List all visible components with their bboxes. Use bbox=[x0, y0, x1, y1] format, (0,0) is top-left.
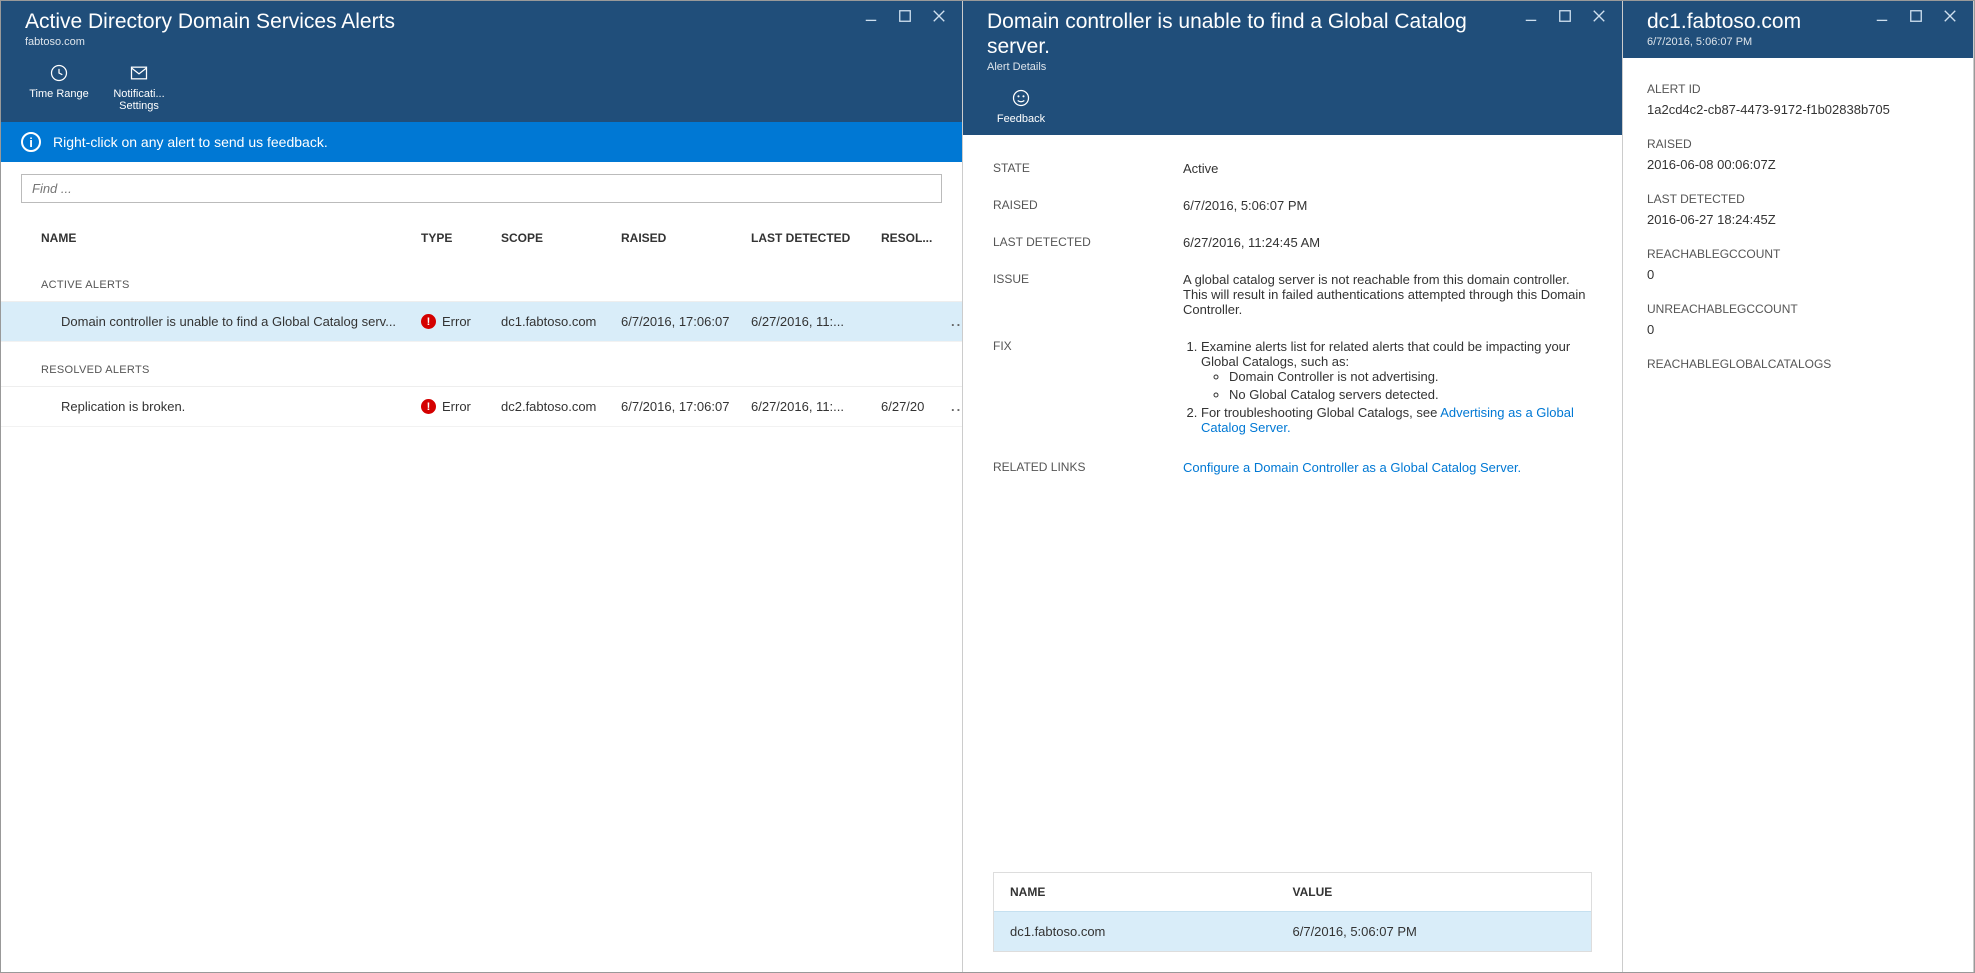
time-range-label: Time Range bbox=[29, 88, 89, 100]
alert-last-detected: 6/27/2016, 11:... bbox=[751, 314, 881, 329]
prop-key: REACHABLEGCCOUNT bbox=[1647, 247, 1949, 261]
scope-name: dc1.fabtoso.com bbox=[1010, 924, 1293, 939]
blade-title: Active Directory Domain Services Alerts bbox=[25, 9, 395, 34]
alert-scope: dc2.fabtoso.com bbox=[501, 399, 621, 414]
col-resolved[interactable]: RESOL... bbox=[881, 231, 951, 245]
minimize-icon[interactable] bbox=[862, 7, 880, 25]
close-icon[interactable] bbox=[1941, 7, 1959, 25]
grid-header: NAME TYPE SCOPE RAISED LAST DETECTED RES… bbox=[1, 211, 962, 257]
prop-key: ALERT ID bbox=[1647, 82, 1949, 96]
state-value: Active bbox=[1183, 161, 1592, 176]
error-icon: ! bbox=[421, 314, 436, 329]
blade-title: dc1.fabtoso.com bbox=[1647, 9, 1801, 34]
maximize-icon[interactable] bbox=[1907, 7, 1925, 25]
alert-type-cell: ! Error bbox=[421, 399, 501, 414]
prop-value: 0 bbox=[1647, 322, 1949, 337]
scope-value: 6/7/2016, 5:06:07 PM bbox=[1293, 924, 1576, 939]
last-detected-value: 6/27/2016, 11:24:45 AM bbox=[1183, 235, 1592, 250]
alert-raised: 6/7/2016, 17:06:07 bbox=[621, 399, 751, 414]
prop-value: 1a2cd4c2-cb87-4473-9172-f1b02838b705 bbox=[1647, 102, 1949, 117]
state-key: STATE bbox=[993, 161, 1183, 175]
maximize-icon[interactable] bbox=[1556, 7, 1574, 25]
close-icon[interactable] bbox=[930, 7, 948, 25]
feedback-button[interactable]: Feedback bbox=[991, 87, 1051, 125]
col-type[interactable]: TYPE bbox=[421, 231, 501, 245]
alerts-blade: Active Directory Domain Services Alerts … bbox=[1, 1, 963, 972]
alert-raised: 6/7/2016, 17:06:07 bbox=[621, 314, 751, 329]
fix-step1: Examine alerts list for related alerts t… bbox=[1201, 339, 1570, 369]
prop-value: 2016-06-08 00:06:07Z bbox=[1647, 157, 1949, 172]
info-bar-text: Right-click on any alert to send us feed… bbox=[53, 134, 328, 150]
prop-value: 0 bbox=[1647, 267, 1949, 282]
notification-settings-button[interactable]: Notificati... Settings bbox=[109, 62, 169, 112]
alert-last-detected: 6/27/2016, 11:... bbox=[751, 399, 881, 414]
maximize-icon[interactable] bbox=[896, 7, 914, 25]
resolved-alerts-section: RESOLVED ALERTS bbox=[1, 342, 962, 387]
alert-name: Domain controller is unable to find a Gl… bbox=[41, 314, 421, 329]
raised-value: 6/7/2016, 5:06:07 PM bbox=[1183, 198, 1592, 213]
col-scope[interactable]: SCOPE bbox=[501, 231, 621, 245]
minimize-icon[interactable] bbox=[1522, 7, 1540, 25]
close-icon[interactable] bbox=[1590, 7, 1608, 25]
fix-key: FIX bbox=[993, 339, 1183, 353]
subtable-col-name[interactable]: NAME bbox=[1010, 885, 1293, 899]
info-icon: i bbox=[21, 132, 41, 152]
alert-scope: dc1.fabtoso.com bbox=[501, 314, 621, 329]
col-last-detected[interactable]: LAST DETECTED bbox=[751, 231, 881, 245]
mail-icon bbox=[128, 62, 150, 84]
info-bar: i Right-click on any alert to send us fe… bbox=[1, 122, 962, 162]
error-icon: ! bbox=[421, 399, 436, 414]
blade-subtitle: Alert Details bbox=[987, 61, 1522, 73]
feedback-label: Feedback bbox=[997, 113, 1045, 125]
fix-value: Examine alerts list for related alerts t… bbox=[1183, 339, 1592, 438]
search-input[interactable] bbox=[21, 174, 942, 203]
time-range-button[interactable]: Time Range bbox=[29, 62, 89, 112]
fix-bullet: Domain Controller is not advertising. bbox=[1229, 369, 1592, 384]
notification-settings-label: Notificati... Settings bbox=[109, 88, 169, 112]
related-link[interactable]: Configure a Domain Controller as a Globa… bbox=[1183, 460, 1521, 475]
blade-title: Domain controller is unable to find a Gl… bbox=[987, 9, 1522, 59]
related-links-key: RELATED LINKS bbox=[993, 460, 1183, 474]
alert-details-blade: Domain controller is unable to find a Gl… bbox=[963, 1, 1623, 972]
smiley-icon bbox=[1010, 87, 1032, 109]
alert-name: Replication is broken. bbox=[41, 399, 421, 414]
issue-value: A global catalog server is not reachable… bbox=[1183, 272, 1592, 317]
alert-row[interactable]: Domain controller is unable to find a Gl… bbox=[1, 302, 962, 342]
alert-type-cell: ! Error bbox=[421, 314, 501, 329]
prop-key: RAISED bbox=[1647, 137, 1949, 151]
raised-key: RAISED bbox=[993, 198, 1183, 212]
scope-details-blade: dc1.fabtoso.com 6/7/2016, 5:06:07 PM ALE… bbox=[1623, 1, 1974, 972]
col-name[interactable]: NAME bbox=[41, 231, 421, 245]
blade-subtitle: fabtoso.com bbox=[25, 36, 395, 48]
prop-key: LAST DETECTED bbox=[1647, 192, 1949, 206]
fix-step2-text: For troubleshooting Global Catalogs, see bbox=[1201, 405, 1440, 420]
col-raised[interactable]: RAISED bbox=[621, 231, 751, 245]
blade-subtitle: 6/7/2016, 5:06:07 PM bbox=[1647, 36, 1801, 48]
minimize-icon[interactable] bbox=[1873, 7, 1891, 25]
issue-key: ISSUE bbox=[993, 272, 1183, 286]
alert-resolved: 6/27/20 bbox=[881, 399, 951, 414]
prop-key: REACHABLEGLOBALCATALOGS bbox=[1647, 357, 1949, 371]
clock-icon bbox=[48, 62, 70, 84]
alert-type: Error bbox=[442, 314, 471, 329]
fix-bullet: No Global Catalog servers detected. bbox=[1229, 387, 1592, 402]
prop-key: UNREACHABLEGCCOUNT bbox=[1647, 302, 1949, 316]
blade-header: Active Directory Domain Services Alerts … bbox=[1, 1, 962, 122]
alert-type: Error bbox=[442, 399, 471, 414]
scope-table: NAME VALUE dc1.fabtoso.com 6/7/2016, 5:0… bbox=[993, 872, 1592, 952]
scope-row[interactable]: dc1.fabtoso.com 6/7/2016, 5:06:07 PM bbox=[994, 911, 1591, 951]
active-alerts-section: ACTIVE ALERTS bbox=[1, 257, 962, 302]
subtable-col-value[interactable]: VALUE bbox=[1293, 885, 1576, 899]
alert-row[interactable]: Replication is broken. ! Error dc2.fabto… bbox=[1, 387, 962, 427]
last-detected-key: LAST DETECTED bbox=[993, 235, 1183, 249]
prop-value: 2016-06-27 18:24:45Z bbox=[1647, 212, 1949, 227]
